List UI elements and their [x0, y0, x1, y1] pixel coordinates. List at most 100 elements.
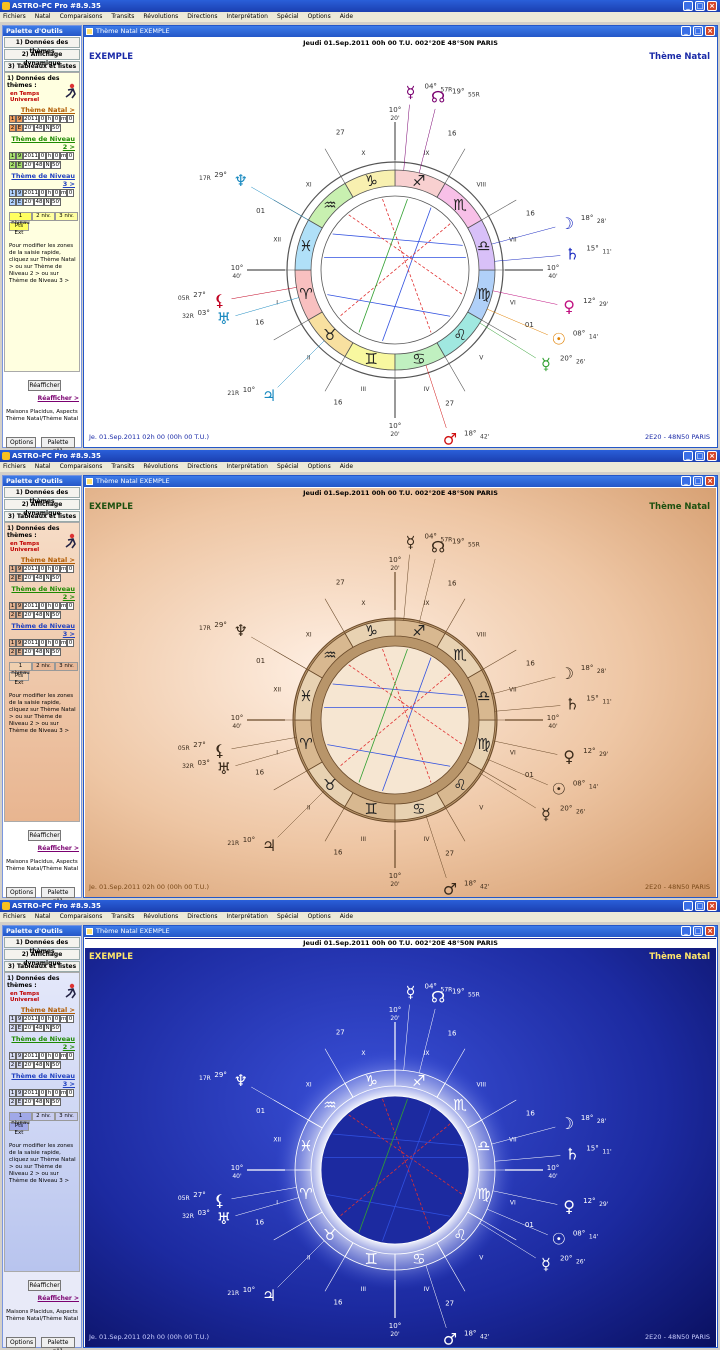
palette-btn-affichage[interactable]: 2) Affichage dynamique	[4, 949, 80, 967]
field-cell[interactable]: N	[44, 611, 51, 619]
field-cell[interactable]: m	[60, 1052, 67, 1060]
field-cell[interactable]: 2	[9, 648, 16, 656]
field-cell[interactable]: E	[16, 611, 23, 619]
field-cell[interactable]: m	[60, 115, 67, 123]
field-cell[interactable]: 0	[53, 639, 60, 647]
field-cell[interactable]: N	[44, 161, 51, 169]
maximize-icon[interactable]: □	[693, 926, 703, 936]
section-theme-natal[interactable]: Thème Natal >	[5, 556, 79, 564]
palette-number-button[interactable]: Palette n°1	[41, 887, 75, 900]
uranus-icon[interactable]: ♅	[217, 1209, 231, 1228]
moon-icon[interactable]: ☽	[560, 664, 574, 683]
section-theme-natal[interactable]: Thème Natal >	[5, 106, 79, 114]
maximize-icon[interactable]: □	[693, 476, 703, 486]
palette-btn-donnees[interactable]: 1) Données des thèmes	[4, 37, 80, 55]
field-cell[interactable]: 48	[34, 574, 44, 582]
field-cell[interactable]: 48	[34, 1061, 44, 1069]
menu-6[interactable]: Interprétation	[227, 462, 268, 472]
field-cell[interactable]: 2	[9, 1061, 16, 1069]
field-cell[interactable]: N	[44, 124, 51, 132]
section-niveau-2[interactable]: Thème de Niveau 2 >	[5, 135, 79, 151]
field-cell[interactable]: 9	[16, 1089, 23, 1097]
field-cell[interactable]: E	[16, 1098, 23, 1106]
reafficher-link[interactable]: Réafficher >	[38, 395, 79, 402]
person-running-icon[interactable]	[64, 983, 78, 999]
palette-btn-affichage[interactable]: 2) Affichage dynamique	[4, 499, 80, 517]
field-cell[interactable]: N	[44, 1061, 51, 1069]
sun-icon[interactable]: ☉	[552, 1230, 566, 1249]
menu-7[interactable]: Spécial	[277, 12, 299, 22]
menu-1[interactable]: Natal	[35, 12, 51, 22]
field-cell[interactable]: 50'	[51, 574, 61, 582]
field-cell[interactable]: 1	[9, 602, 16, 610]
field-cell[interactable]: 0	[39, 189, 46, 197]
field-cell[interactable]: 48	[34, 1024, 44, 1032]
node-icon[interactable]: ☊	[431, 87, 445, 106]
menu-1[interactable]: Natal	[35, 912, 51, 922]
field-cell[interactable]: 9	[16, 602, 23, 610]
moon-icon[interactable]: ☽	[560, 214, 574, 233]
menu-5[interactable]: Directions	[187, 912, 217, 922]
field-cell[interactable]: 9	[16, 1015, 23, 1023]
mars-icon[interactable]: ♂	[443, 429, 457, 447]
section-niveau-3[interactable]: Thème de Niveau 3 >	[5, 622, 79, 638]
field-cell[interactable]: 0	[67, 1052, 74, 1060]
palette-btn-donnees[interactable]: 1) Données des thèmes	[4, 487, 80, 505]
section-niveau-3[interactable]: Thème de Niveau 3 >	[5, 172, 79, 188]
field-cell[interactable]: 0	[39, 639, 46, 647]
saturn-icon[interactable]: ♄	[565, 244, 579, 263]
minimize-icon[interactable]: _	[683, 901, 693, 911]
level-2-button[interactable]: 2 niv.	[32, 212, 55, 221]
field-cell[interactable]: 48	[34, 124, 44, 132]
chart-canvas[interactable]: Jeudi 01.Sep.2011 00h 00 T.U. 002°20E 48…	[85, 488, 716, 897]
reafficher-button[interactable]: Réafficher	[28, 1280, 61, 1291]
field-cell[interactable]: 20'	[23, 611, 34, 619]
field-cell[interactable]: 20'	[23, 1098, 34, 1106]
palette-btn-donnees[interactable]: 1) Données des thèmes	[4, 937, 80, 955]
lilith-icon[interactable]: ⚸	[214, 1191, 226, 1210]
field-cell[interactable]: 0	[53, 1015, 60, 1023]
field-cell[interactable]: 48	[34, 1098, 44, 1106]
field-cell[interactable]: 0	[67, 115, 74, 123]
menu-9[interactable]: Aide	[340, 912, 353, 922]
palette-btn-tableaux[interactable]: 3) Tableaux et listes	[4, 511, 80, 522]
menu-9[interactable]: Aide	[340, 12, 353, 22]
natal-wheel[interactable]: ♈♉♊ ♋♌♍♎♏♐♑♒♓IIIIII IVVVIVIIVIIIIXXXIXII27…	[85, 938, 716, 1347]
menu-8[interactable]: Options	[308, 12, 331, 22]
section-niveau-2[interactable]: Thème de Niveau 2 >	[5, 585, 79, 601]
field-cell[interactable]: 0	[67, 639, 74, 647]
saturn-icon[interactable]: ♄	[565, 694, 579, 713]
field-cell[interactable]: h	[46, 565, 53, 573]
field-cell[interactable]: m	[60, 189, 67, 197]
menu-9[interactable]: Aide	[340, 462, 353, 472]
field-cell[interactable]: 0	[53, 189, 60, 197]
field-cell[interactable]: 0	[67, 152, 74, 160]
field-cell[interactable]: h	[46, 152, 53, 160]
field-cell[interactable]: N	[44, 648, 51, 656]
node-icon[interactable]: ☊	[431, 987, 445, 1006]
menu-6[interactable]: Interprétation	[227, 12, 268, 22]
lilith-icon[interactable]: ⚸	[214, 741, 226, 760]
field-cell[interactable]: 0	[39, 565, 46, 573]
level-1-button[interactable]: 1 niveau	[9, 1112, 32, 1126]
chart-canvas[interactable]: Jeudi 01.Sep.2011 00h 00 T.U. 002°20E 48…	[85, 38, 716, 447]
maximize-icon[interactable]: □	[695, 1, 705, 11]
field-cell[interactable]: 9	[16, 152, 23, 160]
field-cell[interactable]: 50'	[51, 1024, 61, 1032]
menu-1[interactable]: Natal	[35, 462, 51, 472]
field-cell[interactable]: 1	[9, 639, 16, 647]
mercury2-icon[interactable]: ☿	[541, 354, 551, 373]
field-cell[interactable]: 20'	[23, 1061, 34, 1069]
mars-icon[interactable]: ♂	[443, 1329, 457, 1347]
field-cell[interactable]: 0	[39, 1052, 46, 1060]
minimize-icon[interactable]: _	[681, 926, 691, 936]
menu-5[interactable]: Directions	[187, 12, 217, 22]
field-cell[interactable]: m	[60, 1015, 67, 1023]
field-cell[interactable]: 2	[9, 574, 16, 582]
close-icon[interactable]: ×	[707, 901, 717, 911]
sun-icon[interactable]: ☉	[552, 330, 566, 349]
field-cell[interactable]: 48	[34, 611, 44, 619]
jupiter-icon[interactable]: ♃	[262, 1286, 276, 1305]
field-cell[interactable]: 50'	[51, 1061, 61, 1069]
field-cell[interactable]: 0	[67, 602, 74, 610]
